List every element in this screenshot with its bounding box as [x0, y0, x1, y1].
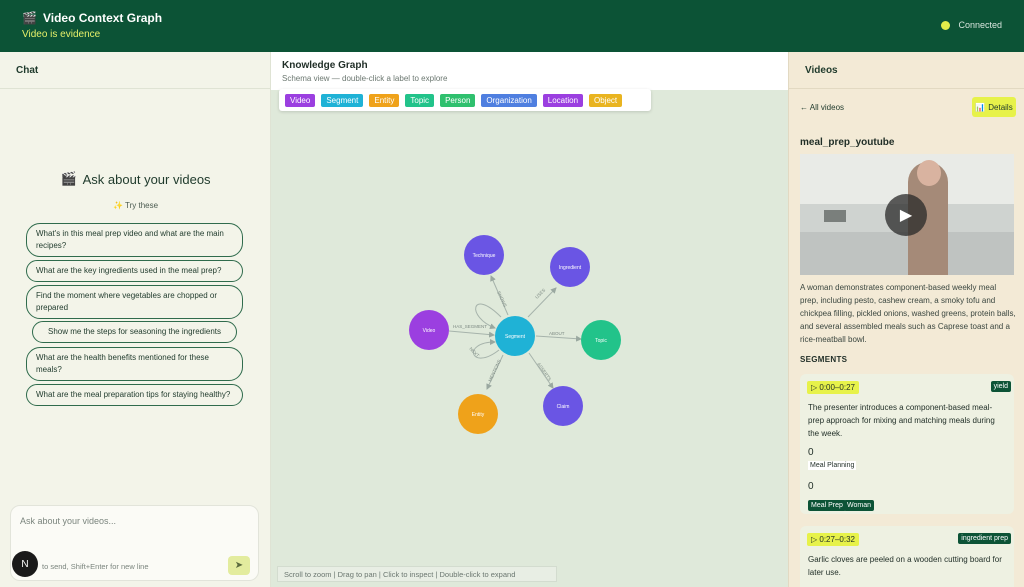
edge-label-mentions: MENTIONS: [487, 359, 502, 383]
node-label-segment: Segment: [505, 334, 526, 340]
clapperboard-icon: 🎬: [60, 171, 77, 186]
legend-chip-video[interactable]: Video: [285, 93, 316, 107]
segment-text: Garlic cloves are peeled on a wooden cut…: [808, 555, 1002, 577]
app-header: 🎬 Video Context Graph Video is evidence …: [0, 0, 1024, 52]
node-label-topic: Topic: [595, 338, 607, 344]
edge-label-uses: USES: [534, 287, 546, 299]
graph-header: Knowledge Graph Schema view — double-cli…: [271, 52, 788, 90]
node-label-claim: Claim: [557, 404, 570, 410]
chat-input[interactable]: Ask about your videos... to send, Shift+…: [10, 505, 259, 581]
try-these-label: ✨ Try these: [112, 201, 159, 210]
segment-time[interactable]: ▷ 0:00–0:27: [807, 381, 859, 394]
edge-label-asserts: ASSERTS: [536, 362, 552, 382]
suggestion-button[interactable]: What are the meal preparation tips for s…: [26, 384, 243, 406]
presenter-face: [917, 160, 941, 186]
send-button[interactable]: ➤: [228, 556, 250, 575]
suggestion-button[interactable]: What are the key ingredients used in the…: [26, 260, 243, 282]
play-button[interactable]: ▶: [885, 194, 927, 236]
chat-input-placeholder: Ask about your videos...: [20, 516, 117, 526]
sparkles-icon: ✨: [112, 201, 123, 210]
legend-chip-location[interactable]: Location: [542, 93, 584, 107]
bar-chart-icon: 📊: [975, 102, 986, 112]
app-subtitle: Video is evidence: [22, 29, 101, 40]
segment-time[interactable]: ▷ 0:27–0:32: [807, 533, 859, 546]
all-videos-link[interactable]: ← All videos: [800, 103, 844, 112]
segment-entity-tag[interactable]: Meal Prep: [808, 500, 846, 511]
chat-input-hint: to send, Shift+Enter for new line: [42, 562, 149, 571]
legend-chip-entity[interactable]: Entity: [369, 93, 400, 107]
segment-tag: yield: [990, 381, 1011, 392]
node-label-video: Video: [423, 328, 436, 334]
graph-legend: Video Segment Entity Topic Person Organi…: [279, 89, 651, 111]
video-player[interactable]: ▶: [800, 154, 1014, 275]
legend-chip-segment[interactable]: Segment: [321, 93, 364, 107]
node-label-ingredient: Ingredient: [559, 265, 582, 271]
app-title: 🎬 Video Context Graph: [22, 11, 163, 25]
legend-chip-organization[interactable]: Organization: [481, 93, 537, 107]
segments-label: SEGMENTS: [800, 355, 848, 364]
segment-card[interactable]: ▷ 0:00–0:27 yield The presenter introduc…: [800, 374, 1014, 514]
suggestion-button[interactable]: Find the moment where vegetables are cho…: [26, 285, 243, 319]
clapperboard-icon: 🎬: [22, 11, 37, 25]
status-dot-icon: [941, 20, 951, 30]
edge-label-next: NEXT: [468, 346, 480, 358]
edge-label-about: ABOUT: [549, 331, 565, 336]
segment-entity-tag[interactable]: Woman: [844, 500, 874, 511]
suggestion-button[interactable]: What are the health benefits mentioned f…: [26, 347, 243, 381]
graph-subtitle: Schema view — double-click a label to ex…: [282, 74, 448, 83]
segment-count: 0: [808, 481, 814, 492]
chat-panel: Chat 🎬 Ask about your videos ✨ Try these…: [0, 52, 271, 587]
knowledge-graph-canvas[interactable]: HAS_SEGMENT ABOUT USES SHOWS MENTIONS AS…: [271, 52, 788, 587]
chat-panel-title: Chat: [0, 52, 270, 89]
legend-chip-topic[interactable]: Topic: [405, 93, 435, 107]
videos-panel-title: Videos: [789, 52, 1024, 89]
edge-has-segment: [448, 330, 495, 338]
segment-text: The presenter introduces a component-bas…: [808, 403, 995, 438]
suggestion-button[interactable]: What's in this meal prep video and what …: [26, 223, 243, 257]
play-icon: ▶: [899, 207, 913, 224]
ask-title: 🎬 Ask about your videos: [60, 171, 211, 187]
segment-card[interactable]: ▷ 0:27–0:32 ingredient prep Garlic clove…: [800, 526, 1014, 587]
segment-tag: ingredient prep: [958, 533, 1011, 544]
videos-panel: Videos ← All videos 📊 Details meal_prep_…: [788, 52, 1024, 587]
graph-title: Knowledge Graph: [282, 60, 368, 71]
graph-panel[interactable]: HAS_SEGMENT ABOUT USES SHOWS MENTIONS AS…: [271, 52, 788, 587]
segment-topic: Meal Planning: [808, 461, 857, 470]
kitchen-counter: [800, 232, 1014, 275]
graph-help-text: Scroll to zoom | Drag to pan | Click to …: [277, 566, 557, 582]
microwave: [824, 210, 846, 222]
segment-count: 0: [808, 447, 814, 458]
video-description: A woman demonstrates component-based wee…: [800, 283, 1016, 344]
send-icon: ➤: [234, 560, 244, 571]
edge-about: [535, 335, 582, 342]
node-label-entity: Entity: [472, 412, 485, 418]
avatar[interactable]: N: [12, 551, 38, 577]
suggestion-button[interactable]: Show me the steps for seasoning the ingr…: [32, 321, 237, 343]
node-label-technique: Technique: [473, 253, 496, 259]
legend-chip-person[interactable]: Person: [440, 93, 476, 107]
connection-status: Connected: [941, 20, 1002, 30]
edge-label-has-segment: HAS_SEGMENT: [453, 324, 487, 329]
edge-label-shows: SHOWS: [496, 290, 508, 308]
video-name: meal_prep_youtube: [800, 137, 895, 148]
legend-chip-object[interactable]: Object: [589, 93, 623, 107]
details-button[interactable]: 📊 Details: [972, 97, 1016, 117]
